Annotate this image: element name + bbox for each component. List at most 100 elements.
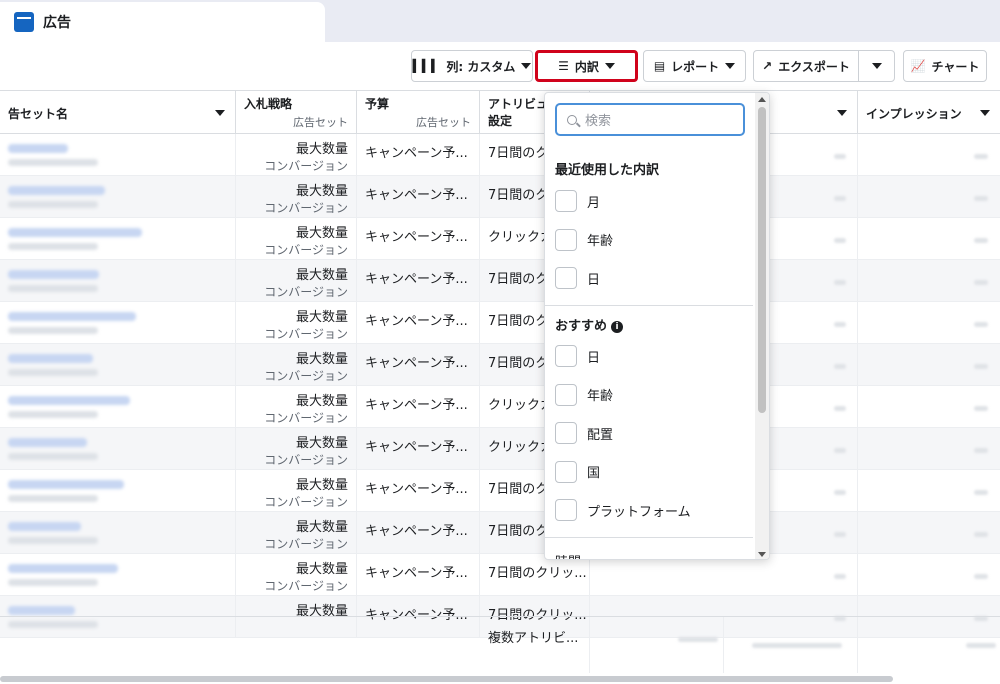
report-button[interactable]: ▤ レポート [643,50,746,82]
adset-name-cell[interactable] [0,302,236,344]
search-icon [567,114,577,125]
table-row[interactable]: 最大数量 コンバージョン キャンペーン予... 7日間のク [0,260,1000,302]
table-row[interactable]: 最大数量 コンバージョン キャンペーン予... 7日間のク [0,512,1000,554]
table-row[interactable]: 最大数量 コンバージョン キャンペーン予... 7日間のク [0,344,1000,386]
blurred-value [974,238,988,243]
chart-button[interactable]: 📈 チャート [903,50,987,82]
breakdown-search-input[interactable]: 検索 [555,103,745,136]
blurred-adset-name[interactable] [8,228,142,237]
next-section-partial: 時間 [555,551,581,559]
adset-name-cell[interactable] [0,344,236,386]
breakdown-option[interactable]: 年齢 [555,383,613,406]
checkbox[interactable] [555,267,577,289]
adset-name-cell[interactable] [0,218,236,260]
ads-tab-icon [14,12,34,32]
bid-strategy-value: 最大数量 [295,352,348,367]
info-icon[interactable]: i [611,321,624,333]
budget-cell: キャンペーン予... [357,386,480,428]
bid-strategy-value: 最大数量 [295,520,348,535]
budget-cell: キャンペーン予... [357,302,480,344]
blurred-adset-name[interactable] [8,270,99,279]
blurred-adset-name[interactable] [8,144,68,153]
blurred-adset-name[interactable] [8,354,93,363]
header-label: 告セット名 [8,107,69,121]
adset-name-cell[interactable] [0,386,236,428]
breakdown-option[interactable]: 月 [555,190,600,212]
blurred-adset-name[interactable] [8,396,130,405]
impressions-cell [858,470,1000,512]
table-row[interactable]: 最大数量 コンバージョン キャンペーン予... 7日間のクリッ... [0,554,1000,596]
adsets-table: 告セット名 入札戦略 広告セット 予算 広告セット アトリビュー 設定 インプレ… [0,90,1000,676]
checkbox[interactable] [555,228,577,251]
checkbox[interactable] [555,460,577,483]
adset-name-cell[interactable] [0,134,236,176]
scroll-thumb[interactable] [758,107,766,413]
header-impressions[interactable]: インプレッション [858,91,1000,135]
breakdown-option[interactable]: 年齢 [555,228,613,251]
export-menu-button[interactable] [858,50,895,82]
footer-cell [724,617,858,673]
adset-name-cell[interactable] [0,260,236,302]
blurred-adset-name[interactable] [8,186,105,195]
budget-cell: キャンペーン予... [357,218,480,260]
adset-name-cell[interactable] [0,176,236,218]
table-row[interactable]: 最大数量 コンバージョン キャンペーン予... 7日間のク [0,176,1000,218]
columns-button[interactable]: ▍▍▍ 列: カスタム [411,50,533,82]
blurred-adset-name[interactable] [8,480,124,489]
blurred-adset-id [8,453,98,460]
budget-cell: キャンペーン予... [357,176,480,218]
checkbox[interactable] [555,190,577,212]
adset-name-cell[interactable] [0,428,236,470]
breakdown-option[interactable]: 日 [555,345,600,367]
breakdown-option[interactable]: 配置 [555,422,613,444]
adset-name-cell[interactable] [0,554,236,596]
dropdown-scrollbar[interactable] [755,93,769,559]
table-row[interactable]: 最大数量 コンバージョン キャンペーン予... クリックカ [0,218,1000,260]
table-row[interactable]: 最大数量 コンバージョン キャンペーン予... クリックカ [0,386,1000,428]
scroll-down-icon[interactable] [758,552,766,557]
breakdown-option[interactable]: 国 [555,460,600,483]
scroll-up-icon[interactable] [758,97,766,102]
header-bid-strategy[interactable]: 入札戦略 広告セット [236,91,357,135]
checkbox[interactable] [555,383,577,406]
checkbox[interactable] [555,422,577,444]
tab-ads[interactable]: 広告 [0,2,325,42]
divider [545,537,753,538]
header-adset-name[interactable]: 告セット名 [0,91,236,135]
table-row[interactable]: 最大数量 コンバージョン キャンペーン予... 7日間のク [0,134,1000,176]
bid-strategy-cell: 最大数量 コンバージョン [236,344,357,386]
blurred-adset-name[interactable] [8,606,75,615]
export-button[interactable]: ↗ エクスポート [753,50,859,82]
blurred-adset-name[interactable] [8,522,81,531]
breakdown-option-label: プラットフォーム [587,504,691,520]
sort-icon [980,110,990,116]
checkbox[interactable] [555,345,577,367]
adset-name-cell[interactable] [0,512,236,554]
blurred-adset-name[interactable] [8,564,118,573]
report-icon: ▤ [653,59,666,73]
bid-strategy-sub: コンバージョン [264,579,348,593]
checkbox[interactable] [555,499,577,521]
table-row[interactable]: 最大数量 コンバージョン キャンペーン予... 7日間のク [0,470,1000,512]
breakdown-button[interactable]: ☰ 内訳 [535,50,638,82]
blurred-adset-id [8,495,98,502]
horizontal-scrollbar[interactable] [0,676,893,682]
blurred-adset-id [8,285,98,292]
blurred-adset-name[interactable] [8,438,87,447]
breakdown-option-label: 月 [587,195,601,211]
blurred-adset-id [8,327,98,334]
blurred-adset-name[interactable] [8,312,136,321]
breakdown-option[interactable]: プラットフォーム [555,499,691,521]
table-row[interactable]: 最大数量 コンバージョン キャンペーン予... クリックカ [0,428,1000,470]
breakdown-option[interactable]: 日 [555,267,600,289]
table-footer: 複数アトリビ... [0,616,1000,673]
blurred-value [974,322,988,327]
blurred-adset-id [8,369,98,376]
adset-name-cell[interactable] [0,470,236,512]
blurred-value [834,406,846,411]
impressions-cell [858,302,1000,344]
table-row[interactable]: 最大数量 コンバージョン キャンペーン予... 7日間のク [0,302,1000,344]
blurred-value [834,322,846,327]
header-budget[interactable]: 予算 広告セット [357,91,480,135]
chevron-down-icon [604,63,615,69]
